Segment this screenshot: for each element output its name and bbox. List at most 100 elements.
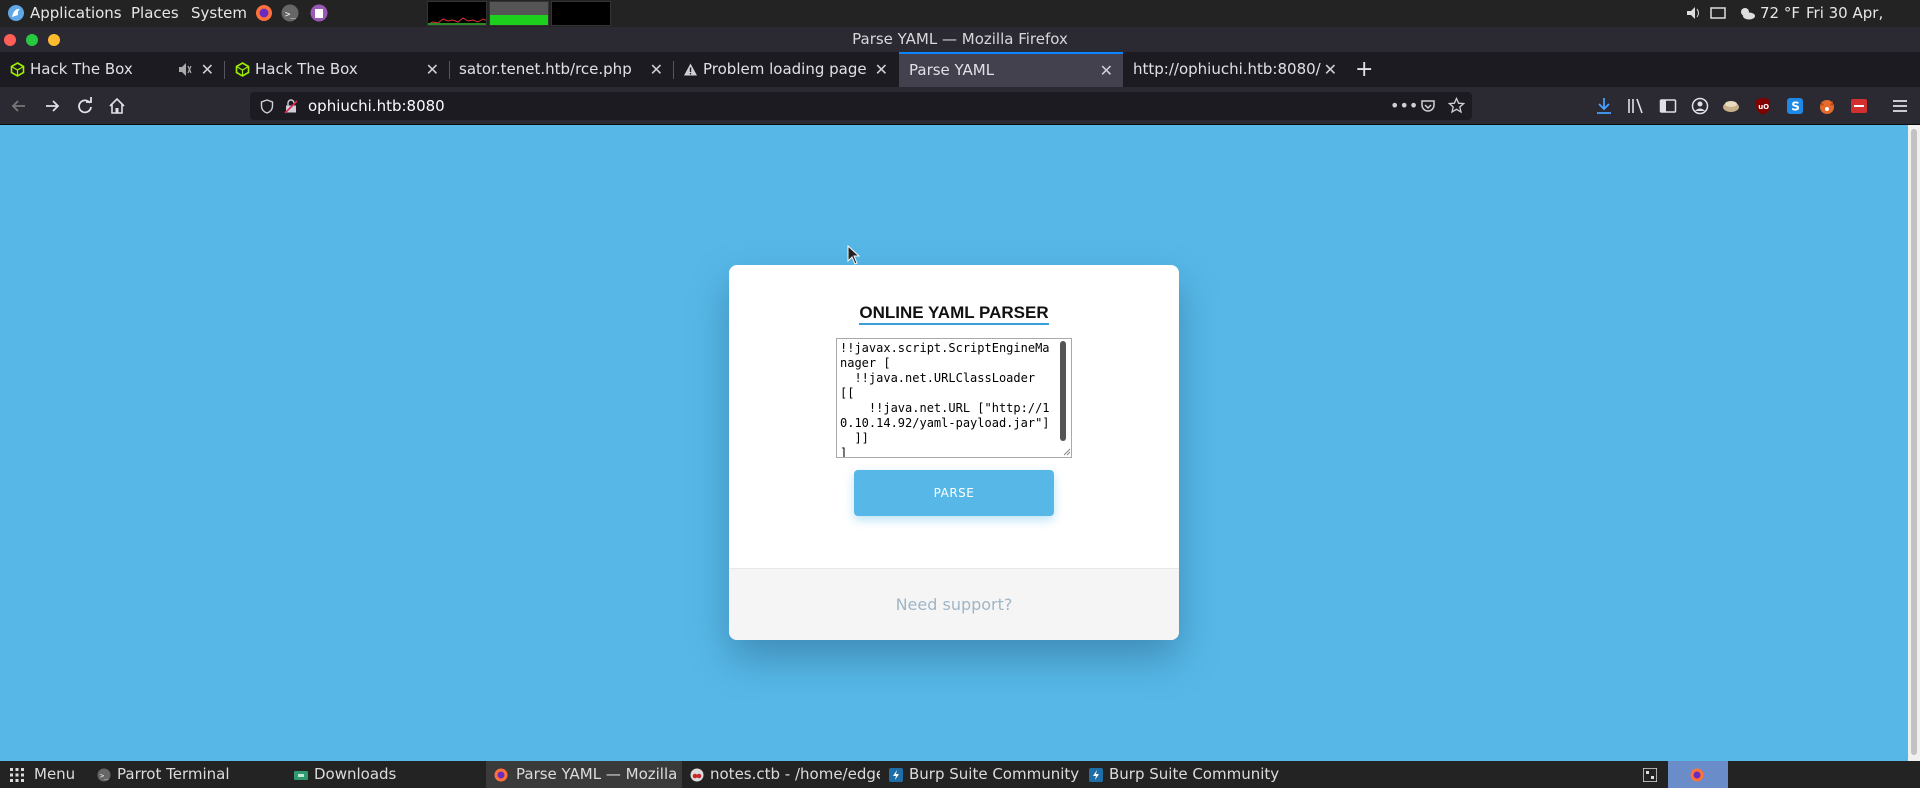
- weather-icon: [1738, 0, 1756, 27]
- tab-close-icon[interactable]: ✕: [201, 52, 214, 87]
- terminal-launcher-icon[interactable]: >_: [280, 0, 300, 27]
- tab-sator-rce[interactable]: sator.tenet.htb/rce.php ✕: [449, 52, 673, 87]
- system-panel: Applications Places System >_ 72 °F Fri …: [0, 0, 1920, 49]
- tab-muted-icon[interactable]: [178, 52, 192, 87]
- library-icon[interactable]: [1626, 96, 1646, 116]
- window-minimize-button[interactable]: [48, 34, 60, 46]
- qr-tray-icon[interactable]: [1640, 761, 1660, 788]
- resize-handle-icon[interactable]: [1062, 447, 1071, 456]
- firefox-icon: [1690, 768, 1704, 782]
- taskbar-item-downloads[interactable]: Downloads: [294, 761, 474, 788]
- taskbar-item-burp-2[interactable]: Burp Suite Community ...: [1089, 761, 1279, 788]
- tab-label: Problem loading page: [703, 60, 867, 78]
- tab-close-icon[interactable]: ✕: [1100, 54, 1113, 87]
- taskbar-item-firefox[interactable]: Parse YAML — Mozilla ...: [486, 761, 682, 788]
- new-tab-icon[interactable]: +: [1355, 52, 1373, 87]
- textarea-scrollbar[interactable]: [1060, 341, 1066, 441]
- shield-icon[interactable]: [260, 99, 274, 114]
- page-scrollbar[interactable]: [1908, 125, 1920, 761]
- forward-arrow-icon[interactable]: [41, 95, 63, 117]
- hamburger-menu-icon[interactable]: [1890, 96, 1910, 116]
- back-arrow-icon[interactable]: [8, 95, 30, 117]
- window-maximize-button[interactable]: [26, 34, 38, 46]
- svg-text:>_: >_: [100, 772, 109, 780]
- tab-close-icon[interactable]: ✕: [426, 52, 439, 87]
- display-icon[interactable]: [1709, 0, 1727, 27]
- firefox-launcher-icon[interactable]: [254, 0, 274, 27]
- text-editor-launcher-icon[interactable]: [309, 0, 329, 27]
- taskbar-item-burp-1[interactable]: Burp Suite Community ...: [889, 761, 1079, 788]
- cherrytree-icon: [690, 768, 704, 782]
- yaml-parser-card: ONLINE YAML PARSER PARSE Need support?: [729, 265, 1179, 640]
- warning-icon: [684, 63, 697, 76]
- extension-cookie-icon[interactable]: [1721, 96, 1741, 116]
- memory-graph: [489, 1, 549, 26]
- svg-text:S: S: [1791, 100, 1800, 114]
- extension-s-icon[interactable]: S: [1785, 96, 1805, 116]
- menu-button[interactable]: Menu: [10, 761, 80, 788]
- places-menu[interactable]: Places: [131, 0, 179, 27]
- tab-close-icon[interactable]: ✕: [1324, 52, 1337, 87]
- ublock-icon[interactable]: uO: [1753, 96, 1773, 116]
- sidebar-icon[interactable]: [1658, 96, 1678, 116]
- yaml-input[interactable]: [836, 338, 1072, 458]
- taskbar-item-terminal[interactable]: >_ Parrot Terminal: [97, 761, 277, 788]
- tab-close-icon[interactable]: ✕: [875, 52, 888, 87]
- url-bar[interactable]: ophiuchi.htb:8080 •••: [250, 92, 1472, 120]
- grid-menu-icon: [10, 768, 24, 782]
- svg-text:>_: >_: [285, 10, 296, 20]
- tab-parse-yaml[interactable]: Parse YAML ✕: [899, 52, 1123, 87]
- window-titlebar: Parse YAML — Mozilla Firefox: [0, 27, 1920, 52]
- home-icon[interactable]: [106, 95, 128, 117]
- htb-icon: [235, 62, 250, 77]
- tab-ophiuchi[interactable]: http://ophiuchi.htb:8080/ ✕: [1123, 52, 1347, 87]
- taskbar: Menu >_ Parrot Terminal Downloads Parse …: [0, 761, 1920, 788]
- url-text[interactable]: ophiuchi.htb:8080: [308, 92, 445, 120]
- bookmark-star-icon[interactable]: [1448, 97, 1465, 114]
- tab-label: http://ophiuchi.htb:8080/: [1133, 60, 1321, 78]
- system-menu[interactable]: System: [191, 0, 247, 27]
- network-graph: [551, 1, 611, 26]
- reload-icon[interactable]: [74, 95, 96, 117]
- page-viewport: ONLINE YAML PARSER PARSE Need support?: [0, 125, 1908, 761]
- pocket-icon[interactable]: [1420, 98, 1436, 114]
- tab-hack-the-box-1[interactable]: Hack The Box ✕: [0, 52, 224, 87]
- account-icon[interactable]: [1690, 96, 1710, 116]
- taskbar-item-notes[interactable]: notes.ctb - /home/edge...: [690, 761, 880, 788]
- tab-label: Hack The Box: [30, 60, 133, 78]
- tab-problem-loading[interactable]: Problem loading page ✕: [673, 52, 898, 87]
- taskbar-item-label: notes.ctb - /home/edge...: [710, 765, 880, 783]
- tab-label: Hack The Box: [255, 60, 358, 78]
- support-link[interactable]: Need support?: [729, 569, 1179, 640]
- tab-label: Parse YAML: [909, 61, 995, 79]
- firefox-icon: [494, 768, 508, 782]
- mouse-cursor-icon: [847, 245, 861, 265]
- burp-icon: [1089, 768, 1103, 782]
- tab-hack-the-box-2[interactable]: Hack The Box ✕: [225, 52, 449, 87]
- workspace-switcher[interactable]: [1668, 761, 1728, 788]
- foxyproxy-icon[interactable]: [1817, 96, 1837, 116]
- taskbar-item-label: Parrot Terminal: [117, 765, 230, 783]
- parse-button[interactable]: PARSE: [854, 470, 1054, 516]
- scrollbar-thumb[interactable]: [1911, 129, 1917, 755]
- menu-label: Menu: [34, 765, 76, 783]
- card-footer: Need support?: [729, 568, 1179, 640]
- window-close-button[interactable]: [4, 34, 16, 46]
- weather-temperature[interactable]: 72 °F: [1760, 0, 1800, 27]
- htb-icon: [10, 62, 25, 77]
- parrot-logo-icon[interactable]: [6, 0, 26, 27]
- clock[interactable]: Fri 30 Apr, 14:35: [1806, 0, 1920, 49]
- tab-close-icon[interactable]: ✕: [650, 52, 663, 87]
- window-title: Parse YAML — Mozilla Firefox: [852, 30, 1068, 48]
- taskbar-item-label: Parse YAML — Mozilla ...: [516, 765, 682, 783]
- extension-red-icon[interactable]: [1849, 96, 1869, 116]
- downloads-icon[interactable]: [1594, 96, 1614, 116]
- folder-icon: [294, 771, 308, 780]
- page-actions-icon[interactable]: •••: [1390, 96, 1418, 115]
- insecure-lock-icon[interactable]: [284, 99, 298, 114]
- tab-strip: Hack The Box ✕ Hack The Box ✕ sator.tene…: [0, 52, 1920, 87]
- volume-icon[interactable]: [1685, 0, 1703, 27]
- page-title: ONLINE YAML PARSER: [729, 303, 1179, 325]
- taskbar-item-label: Burp Suite Community ...: [909, 765, 1079, 783]
- applications-menu[interactable]: Applications: [30, 0, 122, 27]
